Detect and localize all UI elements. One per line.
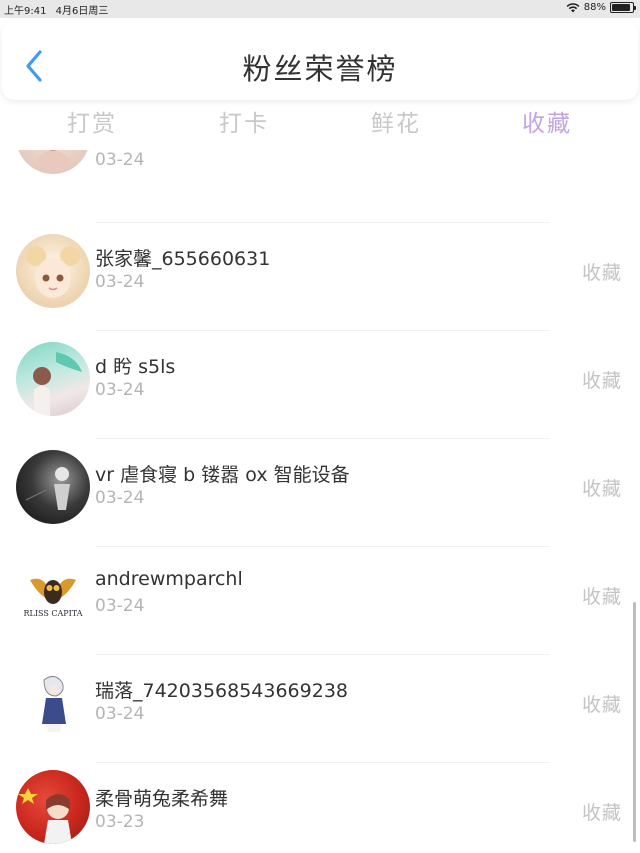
status-bar: 上午9:41 4月6日周三 88% [0,0,640,18]
collect-label[interactable]: 收藏 [582,798,622,825]
collect-label[interactable]: 收藏 [582,366,622,393]
collect-label[interactable]: 收藏 [582,474,622,501]
fan-date: 03-24 [95,150,145,170]
status-time: 上午9:41 [4,6,47,17]
fan-date: 03-23 [95,812,145,832]
list-item[interactable]: RLISS CAPITA andrewmparchl 03-24 收藏 [0,546,640,654]
list-item[interactable]: 瑞落_74203568543669238 03-24 收藏 [0,654,640,762]
tab-collect[interactable]: 收藏 [471,104,623,138]
fan-name: andrewmparchl [95,568,243,590]
tab-checkin[interactable]: 打卡 [168,104,320,138]
fan-date: 03-24 [95,704,145,724]
fan-list[interactable]: 03-24 收藏 张家馨_655660631 03-24 收藏 d 盻 s5ls [0,150,640,853]
avatar [16,234,90,308]
avatar [16,666,90,740]
fan-name: 柔骨萌兔柔希舞 [95,788,229,810]
avatar [16,150,90,174]
avatar: RLISS CAPITA [16,558,90,632]
fan-date: 03-24 [95,272,145,292]
avatar [16,342,90,416]
status-right: 88% [566,2,636,13]
list-item[interactable]: 张家馨_655660631 03-24 收藏 [0,222,640,330]
status-time-date: 上午9:41 4月6日周三 [4,2,108,17]
collect-label[interactable]: 收藏 [582,690,622,717]
avatar [16,770,90,844]
list-item[interactable]: 柔骨萌兔柔希舞 03-23 收藏 [0,762,640,853]
list-item[interactable]: 03-24 收藏 [0,150,640,196]
fan-name: vr 虐食寝 b 镂嚣 ox 智能设备 [95,464,350,486]
tab-bar: 打赏 打卡 鲜花 收藏 [0,104,640,140]
fan-name: 张家馨_655660631 [95,248,271,270]
tab-flowers[interactable]: 鲜花 [320,104,472,138]
fan-date: 03-24 [95,380,145,400]
fan-name: 瑞落_74203568543669238 [95,680,349,702]
avatar [16,450,90,524]
battery-icon [610,2,636,13]
avatar-logo-text: RLISS CAPITA [24,609,83,618]
fan-name: d 盻 s5ls [95,356,176,378]
owl-logo: RLISS CAPITA [24,578,83,618]
collect-label[interactable]: 收藏 [582,582,622,609]
status-date: 4月6日周三 [55,6,109,17]
tab-reward[interactable]: 打赏 [16,104,168,138]
page-title: 粉丝荣誉榜 [242,52,398,86]
list-item[interactable]: vr 虐食寝 b 镂嚣 ox 智能设备 03-24 收藏 [0,438,640,546]
battery-percent: 88% [583,2,606,13]
nav-header: 粉丝荣誉榜 [2,20,638,100]
list-item[interactable]: d 盻 s5ls 03-24 收藏 [0,330,640,438]
collect-label[interactable]: 收藏 [582,258,622,285]
fan-date: 03-24 [95,488,145,508]
scrollbar[interactable] [633,602,636,842]
wifi-icon [566,2,580,12]
fan-date: 03-24 [95,596,145,616]
